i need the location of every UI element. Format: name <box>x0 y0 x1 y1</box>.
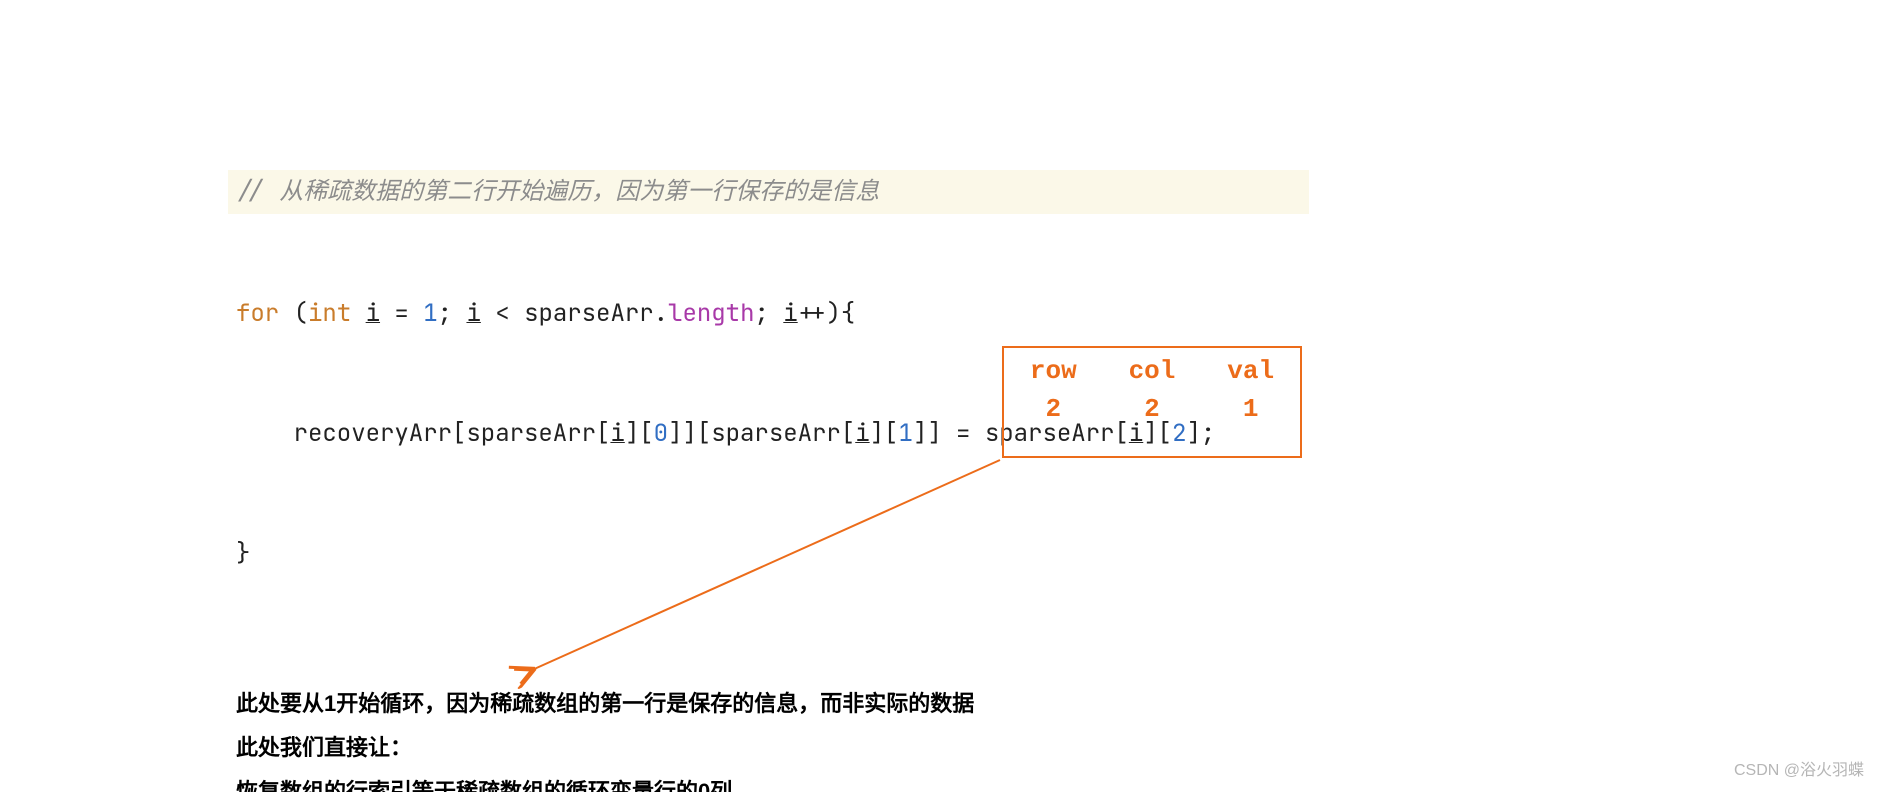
var-i: i <box>366 298 380 329</box>
col-header-val: val <box>1211 356 1291 386</box>
prop-length: length <box>668 298 754 329</box>
cell-col: 2 <box>1112 394 1192 424</box>
code-line-for: for (int i = 1; i < sparseArr.length; i+… <box>236 294 1636 334</box>
code-line-close: } <box>236 534 1636 574</box>
table-header-row: row col val <box>1004 348 1300 386</box>
explain-line: 此处我们直接让： <box>236 726 1636 770</box>
keyword-int: int <box>308 298 351 329</box>
code-line-body: recoveryArr[sparseArr[i][0]][sparseArr[i… <box>236 414 1636 454</box>
col-header-row: row <box>1013 356 1093 386</box>
keyword-for: for <box>236 298 279 329</box>
col-header-col: col <box>1112 356 1192 386</box>
code-comment: // 从稀疏数据的第二行开始遍历，因为第一行保存的是信息 <box>228 170 1309 214</box>
watermark: CSDN @浴火羽蝶 <box>1734 756 1864 780</box>
explain-line: 此处要从1开始循环，因为稀疏数组的第一行是保存的信息，而非实际的数据 <box>236 682 1636 726</box>
document-content: // 从稀疏数据的第二行开始遍历，因为第一行保存的是信息 for (int i … <box>236 90 1636 792</box>
sparse-table-callout: row col val 2 2 1 <box>1002 346 1302 458</box>
table-data-row: 2 2 1 <box>1004 386 1300 424</box>
code-block: // 从稀疏数据的第二行开始遍历，因为第一行保存的是信息 for (int i … <box>236 90 1636 654</box>
explanation-text: 此处要从1开始循环，因为稀疏数组的第一行是保存的信息，而非实际的数据 此处我们直… <box>236 682 1636 792</box>
cell-row: 2 <box>1013 394 1093 424</box>
cell-val: 1 <box>1211 394 1291 424</box>
number-one: 1 <box>423 298 437 329</box>
explain-line: 恢复数组的行索引等于稀疏数组的循环变量行的0列 <box>236 770 1636 792</box>
